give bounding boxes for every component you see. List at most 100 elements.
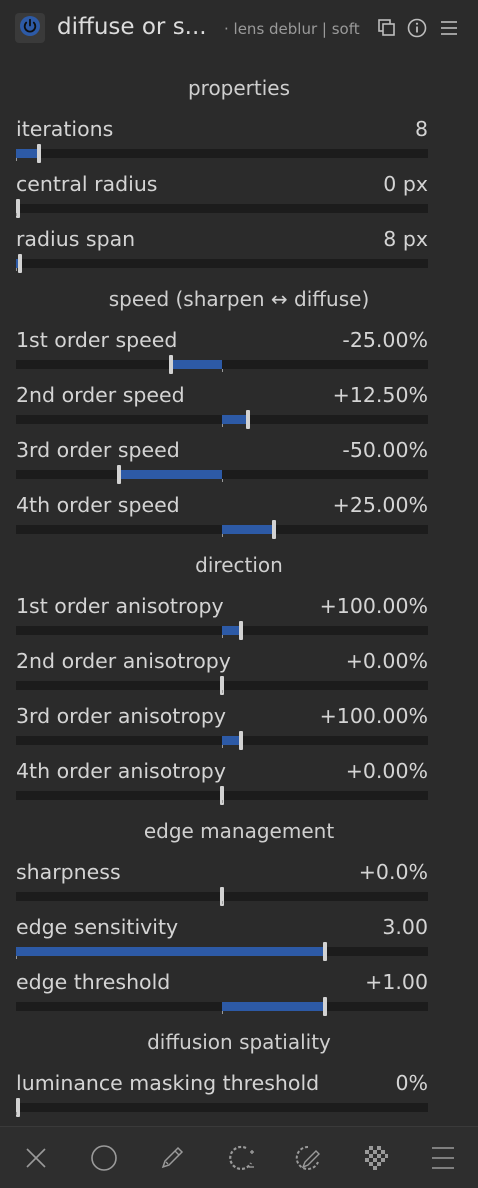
slider-1st-order-speed[interactable]: 1st order speed -25.00%: [16, 326, 428, 381]
slider-edge-sensitivity[interactable]: edge sensitivity 3.00: [16, 913, 428, 968]
slider-label: central radius: [16, 172, 158, 196]
slider-zero-tick: [222, 800, 223, 803]
slider-zero-tick: [222, 534, 223, 537]
raster-mask-icon[interactable]: [361, 1143, 391, 1173]
slider-4th-order-anisotropy[interactable]: 4th order anisotropy +0.00%: [16, 757, 428, 812]
slider-label: 1st order anisotropy: [16, 594, 224, 618]
slider-track[interactable]: [16, 254, 428, 273]
slider-4th-order-speed[interactable]: 4th order speed +25.00%: [16, 491, 428, 546]
slider-label: sharpness: [16, 860, 121, 884]
slider-2nd-order-anisotropy[interactable]: 2nd order anisotropy +0.00%: [16, 647, 428, 702]
slider-handle[interactable]: [36, 144, 41, 163]
slider-handle[interactable]: [271, 520, 276, 539]
slider-sharpness[interactable]: sharpness +0.0%: [16, 858, 428, 913]
slider-handle[interactable]: [238, 731, 243, 750]
slider-track[interactable]: [16, 621, 428, 640]
slider-label: 4th order anisotropy: [16, 759, 226, 783]
slider-3rd-order-speed[interactable]: 3rd order speed -50.00%: [16, 436, 428, 491]
slider-label: luminance masking threshold: [16, 1071, 320, 1095]
slider-value: +0.00%: [345, 649, 428, 673]
section-properties: properties: [187, 76, 291, 100]
slider-1st-order-anisotropy[interactable]: 1st order anisotropy +100.00%: [16, 592, 428, 647]
slider-track[interactable]: [16, 731, 428, 750]
slider-zero-tick: [16, 213, 17, 216]
slider-track[interactable]: [16, 410, 428, 429]
drawn-parametric-mask-icon[interactable]: [294, 1143, 324, 1173]
slider-fill: [16, 947, 325, 956]
slider-value: 0%: [395, 1071, 428, 1095]
slider-handle[interactable]: [245, 410, 250, 429]
slider-value: +12.50%: [332, 383, 428, 407]
slider-iterations[interactable]: iterations 8: [16, 115, 428, 170]
slider-handle[interactable]: [117, 465, 121, 484]
slider-luminance-masking-threshold[interactable]: luminance masking threshold 0%: [16, 1069, 428, 1124]
slider-label: edge sensitivity: [16, 915, 179, 939]
slider-edge-threshold[interactable]: edge threshold +1.00: [16, 968, 428, 1023]
multi-instance-icon[interactable]: [376, 17, 398, 39]
slider-value: 0 px: [383, 172, 428, 196]
slider-track[interactable]: [16, 997, 428, 1016]
slider-value: +0.0%: [358, 860, 428, 884]
slider-value: +100.00%: [319, 594, 428, 618]
module-header: diffuse or s... · lens deblur | soft: [0, 0, 478, 58]
menu-icon[interactable]: [428, 1143, 458, 1173]
slider-value: 3.00: [382, 915, 428, 939]
slider-value: -25.00%: [342, 328, 428, 352]
slider-fill: [119, 470, 222, 479]
power-icon: [19, 15, 41, 41]
slider-value: -50.00%: [342, 438, 428, 462]
slider-zero-tick: [222, 635, 223, 638]
reset-icon[interactable]: [406, 17, 428, 39]
section-diffusion-spatiality: diffusion spatiality: [147, 1030, 331, 1054]
slider-track[interactable]: [16, 355, 428, 374]
slider-zero-tick: [222, 1011, 223, 1014]
slider-fill: [222, 736, 241, 745]
slider-handle[interactable]: [168, 355, 173, 374]
module-title[interactable]: diffuse or s...: [57, 12, 207, 42]
module-panel: diffuse or s... · lens deblur | soft pro…: [0, 0, 478, 1188]
slider-fill: [222, 626, 241, 635]
slider-fill: [170, 360, 222, 369]
drawn-mask-icon[interactable]: [157, 1143, 187, 1173]
slider-track[interactable]: [16, 144, 428, 163]
slider-3rd-order-anisotropy[interactable]: 3rd order anisotropy +100.00%: [16, 702, 428, 757]
slider-track[interactable]: [16, 199, 428, 218]
slider-handle[interactable]: [323, 942, 327, 961]
section-speed: speed (sharpen ↔ diffuse): [108, 287, 370, 311]
slider-central-radius[interactable]: central radius 0 px: [16, 170, 428, 225]
slider-handle[interactable]: [323, 997, 327, 1016]
slider-track[interactable]: [16, 942, 428, 961]
slider-zero-tick: [16, 1112, 17, 1115]
slider-track[interactable]: [16, 887, 428, 906]
slider-label: iterations: [16, 117, 114, 141]
slider-value: +0.00%: [345, 759, 428, 783]
slider-zero-tick: [222, 690, 223, 693]
slider-2nd-order-speed[interactable]: 2nd order speed +12.50%: [16, 381, 428, 436]
presets-icon[interactable]: [438, 17, 460, 39]
slider-handle[interactable]: [238, 621, 243, 640]
slider-label: 3rd order speed: [16, 438, 180, 462]
slider-zero-tick: [222, 745, 223, 748]
power-button[interactable]: [15, 13, 45, 43]
slider-value: +1.00: [365, 970, 428, 994]
parametric-mask-icon[interactable]: [226, 1143, 256, 1173]
slider-zero-tick: [222, 901, 223, 904]
mask-toolbar: [0, 1126, 478, 1188]
slider-label: edge threshold: [16, 970, 171, 994]
slider-track[interactable]: [16, 1098, 428, 1117]
slider-track[interactable]: [16, 676, 428, 695]
section-direction: direction: [195, 553, 283, 577]
module-instance-label: · lens deblur | soft: [224, 20, 360, 38]
slider-track[interactable]: [16, 786, 428, 805]
slider-handle[interactable]: [18, 254, 23, 273]
slider-label: 1st order speed: [16, 328, 178, 352]
slider-value: +25.00%: [332, 493, 428, 517]
slider-track[interactable]: [16, 520, 428, 539]
slider-zero-tick: [222, 479, 223, 482]
slider-radius-span[interactable]: radius span 8 px: [16, 225, 428, 280]
slider-track[interactable]: [16, 465, 428, 484]
off-icon[interactable]: [21, 1143, 51, 1173]
slider-label: radius span: [16, 227, 136, 251]
uniform-icon[interactable]: [89, 1143, 119, 1173]
slider-zero-tick: [16, 956, 17, 959]
